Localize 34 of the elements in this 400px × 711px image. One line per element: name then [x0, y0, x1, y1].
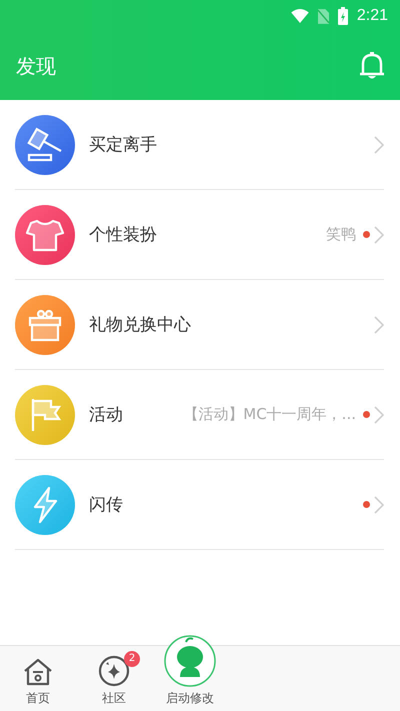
tab[interactable]: 启动修改 — [152, 624, 228, 711]
bolt-icon — [15, 474, 75, 534]
wifi-icon — [290, 9, 309, 23]
item-label: 买定离手 — [89, 134, 157, 156]
chevron-icon — [374, 136, 384, 154]
home-icon — [22, 657, 54, 687]
status-time: 2:21 — [356, 7, 388, 25]
menu-item[interactable]: 礼物兑换中心 — [15, 280, 384, 370]
page-title: 发现 — [16, 52, 56, 80]
count-badge: 2 — [124, 651, 140, 667]
menu-item[interactable]: 闪传 — [15, 460, 384, 550]
tab[interactable]: 首页 — [0, 646, 76, 711]
gift-icon — [15, 294, 75, 354]
flag-icon — [15, 384, 75, 444]
tab[interactable]: 2 社区 — [76, 646, 152, 711]
menu-item[interactable]: 个性装扮 笑鸭 — [15, 190, 384, 280]
item-label: 活动 — [89, 404, 123, 426]
shirt-icon — [15, 204, 75, 264]
notification-bell-icon[interactable] — [358, 51, 386, 81]
chevron-icon — [374, 226, 384, 244]
chevron-icon — [374, 406, 384, 424]
item-detail: 笑鸭 — [325, 225, 356, 244]
menu-item[interactable]: 买定离手 — [15, 100, 384, 190]
item-label: 礼物兑换中心 — [89, 314, 191, 336]
chevron-icon — [374, 496, 384, 514]
item-label: 个性装扮 — [89, 224, 157, 246]
no-sim-icon — [318, 8, 329, 24]
chevron-icon — [374, 316, 384, 334]
menu-item[interactable]: 活动 【活动】MC十一周年，... — [15, 370, 384, 460]
sparkle-icon — [98, 655, 130, 687]
battery-icon — [338, 7, 348, 25]
item-label: 闪传 — [89, 494, 123, 516]
gavel-icon — [15, 114, 75, 174]
item-detail: 【活动】MC十一周年，... — [182, 405, 356, 424]
